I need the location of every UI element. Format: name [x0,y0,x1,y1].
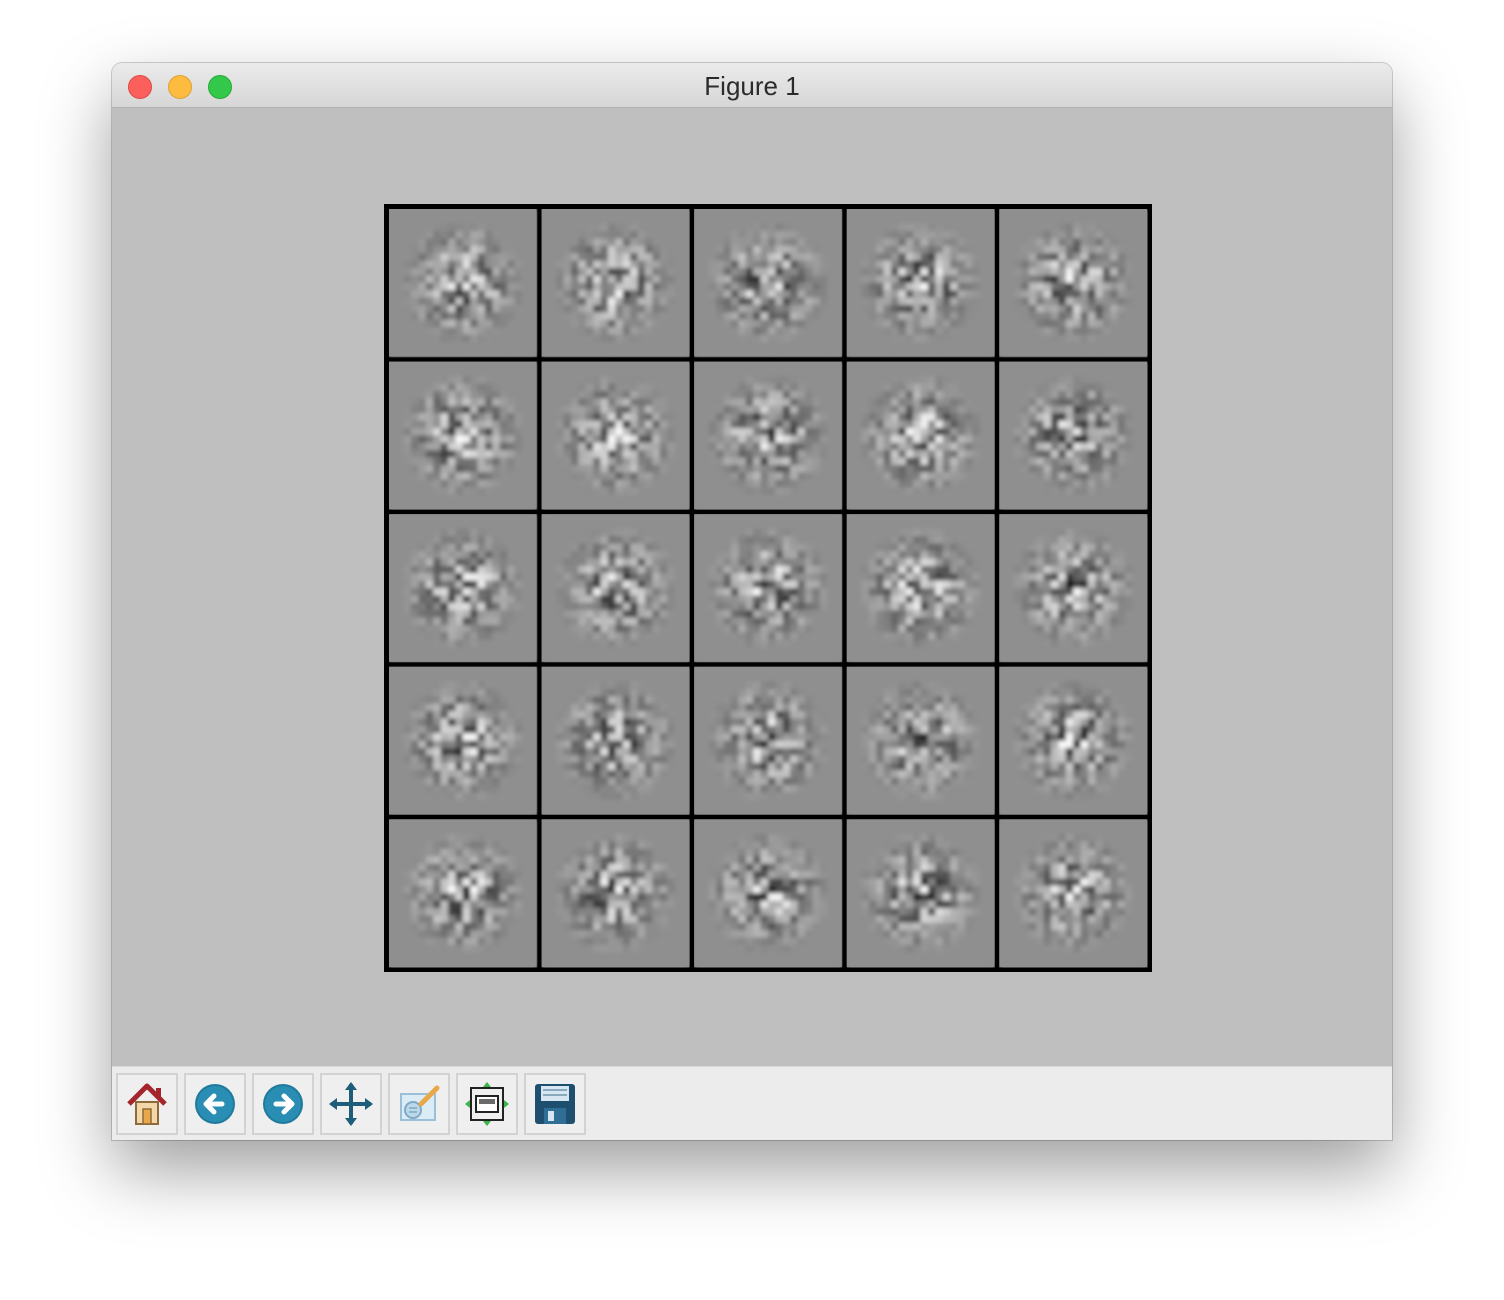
weight-tile [846,819,995,968]
weight-tile [846,361,995,510]
title-bar[interactable]: Figure 1 [112,63,1392,108]
save-disk-icon [535,1084,575,1124]
weight-tile [389,514,538,663]
weight-tile [389,819,538,968]
weight-tile [694,361,843,510]
configure-subplots-button[interactable] [456,1073,518,1135]
move-icon [329,1082,373,1126]
home-icon [127,1083,167,1125]
weight-tile [389,666,538,815]
back-arrow-icon [195,1084,235,1124]
weight-tile [389,209,538,358]
forward-button[interactable] [252,1073,314,1135]
save-button[interactable] [524,1073,586,1135]
back-button[interactable] [184,1073,246,1135]
weight-tile [694,514,843,663]
weight-tile [999,361,1148,510]
weight-tile [999,514,1148,663]
weight-tile [694,666,843,815]
figure-canvas[interactable] [112,108,1392,1066]
weight-tile [999,209,1148,358]
weight-tile [846,666,995,815]
zoom-button[interactable] [388,1073,450,1135]
weight-tile [541,514,690,663]
weight-tile [694,209,843,358]
weights-image-grid [384,204,1152,972]
weight-tile [846,209,995,358]
window-title: Figure 1 [704,71,800,101]
weight-tile [541,819,690,968]
figure-window: Figure 1 [112,63,1392,1140]
weight-tile [541,209,690,358]
weight-tile [999,666,1148,815]
configure-subplots-icon [465,1082,509,1126]
weight-tile [389,361,538,510]
weight-tile [541,666,690,815]
navigation-toolbar [112,1066,1392,1140]
forward-arrow-icon [263,1084,303,1124]
home-button[interactable] [116,1073,178,1135]
weight-tile [846,514,995,663]
pan-button[interactable] [320,1073,382,1135]
weight-tile [999,819,1148,968]
weight-tile [541,361,690,510]
zoom-rect-icon [400,1085,440,1121]
weight-tile [694,819,843,968]
